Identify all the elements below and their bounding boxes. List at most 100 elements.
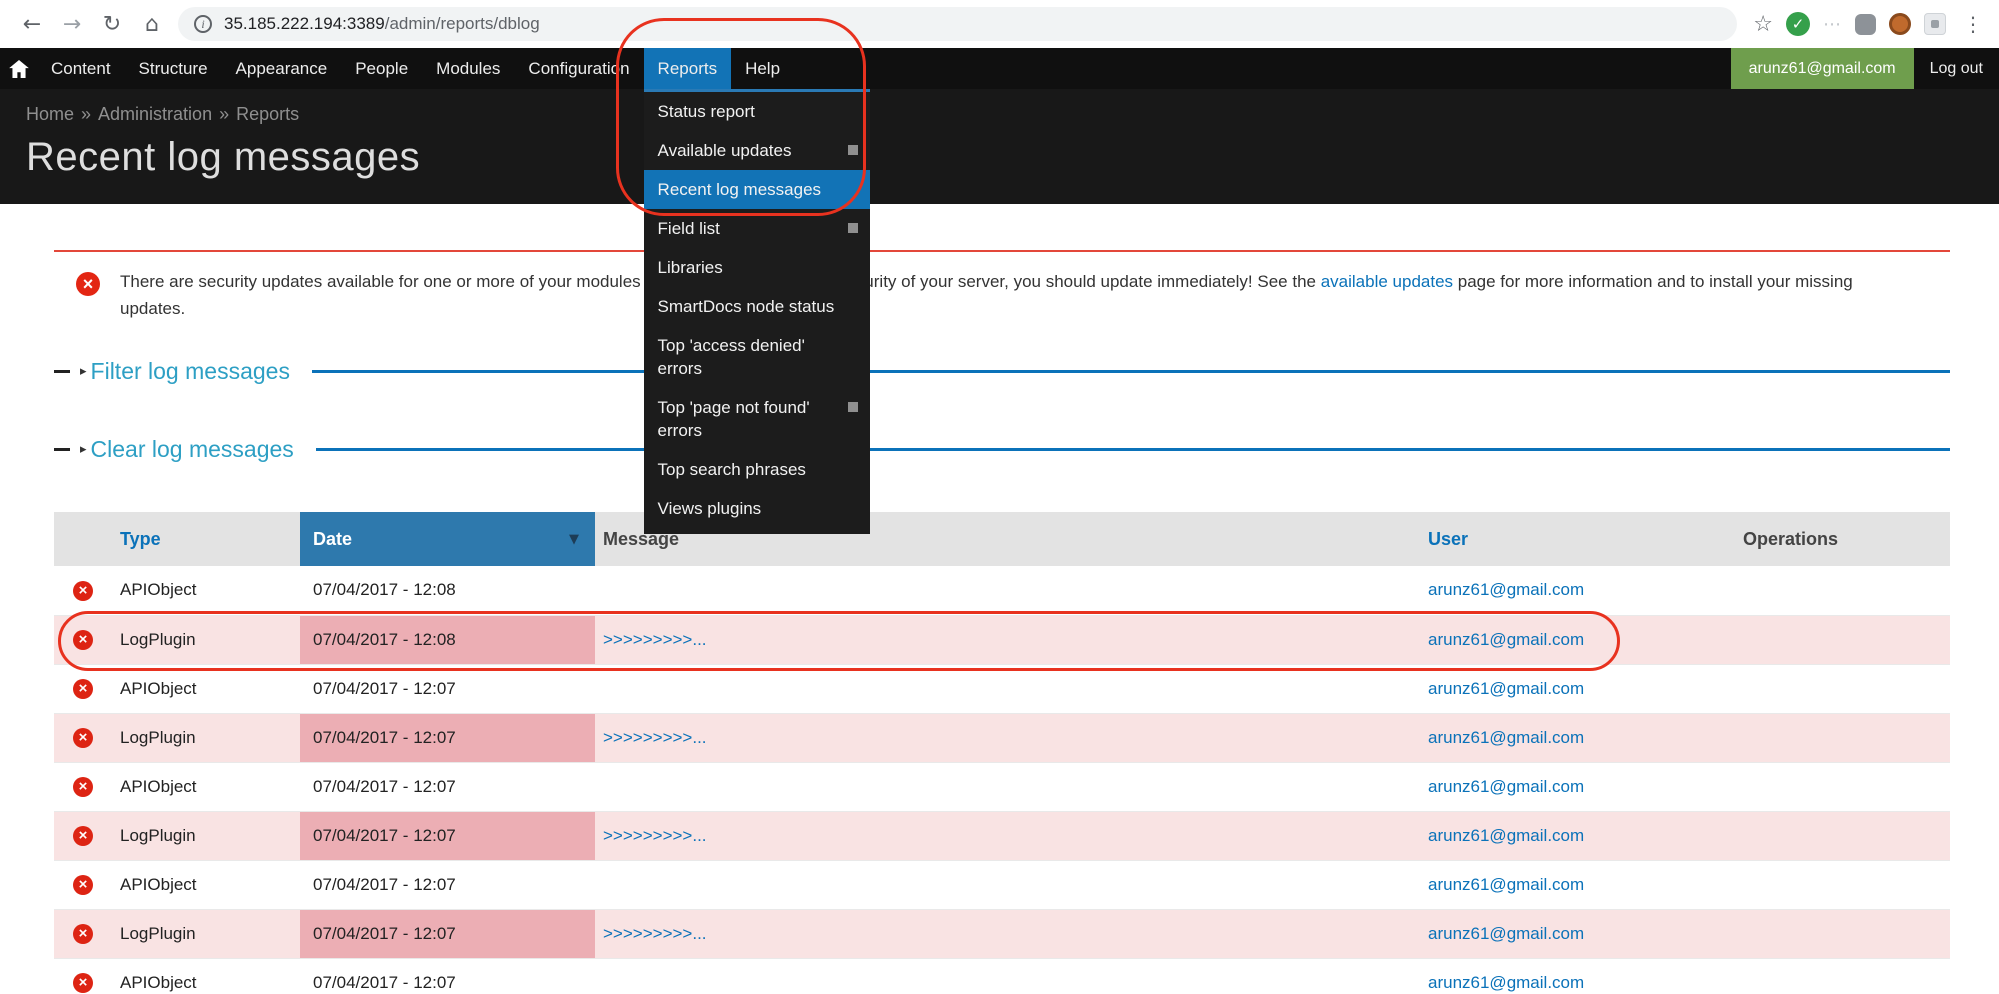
browser-chrome: ← → ↻ ⌂ i 35.185.222.194:3389/admin/repo… xyxy=(0,0,1999,48)
drupal-home-icon[interactable] xyxy=(0,48,37,89)
log-user-link[interactable]: arunz61@gmail.com xyxy=(1428,924,1584,943)
log-row: ×APIObject07/04/2017 - 12:07arunz61@gmai… xyxy=(54,860,1950,909)
log-user-link[interactable]: arunz61@gmail.com xyxy=(1428,580,1584,599)
extension-check-icon[interactable]: ✓ xyxy=(1786,12,1810,36)
user-column-header: User xyxy=(1420,512,1735,566)
sort-by-user-link[interactable]: User xyxy=(1428,529,1468,549)
toolbar-item-help[interactable]: Help xyxy=(731,48,794,89)
breadcrumb-item-reports: Reports xyxy=(236,104,299,124)
log-date-cell: 07/04/2017 - 12:07 xyxy=(300,909,595,958)
log-type-cell: APIObject xyxy=(112,958,300,994)
severity-column-header xyxy=(54,512,112,566)
log-user-cell: arunz61@gmail.com xyxy=(1420,713,1735,762)
menu-item-status-report[interactable]: Status report xyxy=(644,92,870,131)
menu-item-smartdocs-node-status[interactable]: SmartDocs node status xyxy=(644,287,870,326)
logout-button[interactable]: Log out xyxy=(1914,48,1999,89)
toolbar-item-structure[interactable]: Structure xyxy=(125,48,222,89)
extension-gray-icon[interactable] xyxy=(1855,14,1876,35)
log-user-cell: arunz61@gmail.com xyxy=(1420,762,1735,811)
toolbar-item-reports[interactable]: ReportsStatus reportAvailable updatesRec… xyxy=(644,48,732,89)
log-operations-cell xyxy=(1735,958,1950,994)
menu-item-available-updates[interactable]: Available updates xyxy=(644,131,870,170)
filter-fieldset-title[interactable]: Filter log messages xyxy=(91,358,290,385)
log-user-link[interactable]: arunz61@gmail.com xyxy=(1428,826,1584,845)
sort-by-type-link[interactable]: Type xyxy=(120,529,161,549)
bookmark-star-icon[interactable]: ☆ xyxy=(1753,12,1773,37)
log-operations-cell xyxy=(1735,664,1950,713)
log-user-cell: arunz61@gmail.com xyxy=(1420,958,1735,994)
log-user-link[interactable]: arunz61@gmail.com xyxy=(1428,630,1584,649)
menu-item-top-access-denied-errors[interactable]: Top 'access denied' errors xyxy=(644,326,870,388)
log-row: ×APIObject07/04/2017 - 12:07arunz61@gmai… xyxy=(54,958,1950,994)
menu-item-libraries[interactable]: Libraries xyxy=(644,248,870,287)
browser-menu-icon[interactable]: ⋮ xyxy=(1959,12,1987,36)
breadcrumb-item-home[interactable]: Home xyxy=(26,104,74,124)
log-user-link[interactable]: arunz61@gmail.com xyxy=(1428,679,1584,698)
log-row: ×APIObject07/04/2017 - 12:07arunz61@gmai… xyxy=(54,664,1950,713)
log-message-link[interactable]: >>>>>>>>>... xyxy=(603,630,707,649)
error-icon: × xyxy=(73,875,93,895)
log-type-cell: LogPlugin xyxy=(112,713,300,762)
log-operations-cell xyxy=(1735,860,1950,909)
menu-item-field-list[interactable]: Field list xyxy=(644,209,870,248)
fieldset-rule xyxy=(316,448,1950,451)
log-message-cell xyxy=(595,860,1420,909)
toolbar-item-content[interactable]: Content xyxy=(37,48,125,89)
log-row: ×APIObject07/04/2017 - 12:08arunz61@gmai… xyxy=(54,566,1950,615)
log-user-cell: arunz61@gmail.com xyxy=(1420,664,1735,713)
forward-icon[interactable]: → xyxy=(52,12,92,37)
submenu-indicator-icon xyxy=(848,145,858,155)
menu-item-recent-log-messages[interactable]: Recent log messages xyxy=(644,170,870,209)
date-column-header: Date ▼ xyxy=(300,512,595,566)
toolbar-item-appearance[interactable]: Appearance xyxy=(222,48,342,89)
severity-cell: × xyxy=(54,860,112,909)
site-info-icon[interactable]: i xyxy=(194,15,212,33)
reload-icon[interactable]: ↻ xyxy=(92,12,132,37)
toolbar-item-people[interactable]: People xyxy=(341,48,422,89)
log-table-header-row: Type Date ▼ Message User Operations xyxy=(54,512,1950,566)
reports-dropdown-menu: Status reportAvailable updatesRecent log… xyxy=(644,89,870,534)
log-operations-cell xyxy=(1735,762,1950,811)
extension-square-icon[interactable] xyxy=(1924,13,1946,35)
breadcrumb-item-administration[interactable]: Administration xyxy=(98,104,212,124)
severity-cell: × xyxy=(54,615,112,664)
toolbar-item-configuration[interactable]: Configuration xyxy=(514,48,643,89)
menu-item-views-plugins[interactable]: Views plugins xyxy=(644,489,870,528)
log-message-cell: >>>>>>>>>... xyxy=(595,811,1420,860)
clear-fieldset-title[interactable]: Clear log messages xyxy=(91,436,294,463)
available-updates-link[interactable]: available updates xyxy=(1321,272,1453,291)
back-icon[interactable]: ← xyxy=(12,12,52,37)
severity-cell: × xyxy=(54,664,112,713)
extension-orange-icon[interactable] xyxy=(1889,13,1911,35)
account-button[interactable]: arunz61@gmail.com xyxy=(1731,48,1914,89)
severity-cell: × xyxy=(54,909,112,958)
log-message-link[interactable]: >>>>>>>>>... xyxy=(603,924,707,943)
error-icon: × xyxy=(73,728,93,748)
log-user-link[interactable]: arunz61@gmail.com xyxy=(1428,973,1584,992)
log-type-cell: APIObject xyxy=(112,762,300,811)
error-icon: × xyxy=(73,581,93,601)
log-message-link[interactable]: >>>>>>>>>... xyxy=(603,728,707,747)
error-icon: × xyxy=(73,973,93,993)
address-bar[interactable]: i 35.185.222.194:3389/admin/reports/dblo… xyxy=(178,7,1737,41)
menu-item-top-search-phrases[interactable]: Top search phrases xyxy=(644,450,870,489)
clear-fieldset: ▸ Clear log messages xyxy=(54,434,1950,464)
main-content: × There are security updates available f… xyxy=(0,250,1999,994)
home-icon[interactable]: ⌂ xyxy=(132,12,172,37)
error-icon: × xyxy=(73,679,93,699)
log-user-link[interactable]: arunz61@gmail.com xyxy=(1428,875,1584,894)
log-type-cell: APIObject xyxy=(112,566,300,615)
log-date-cell: 07/04/2017 - 12:07 xyxy=(300,664,595,713)
log-user-link[interactable]: arunz61@gmail.com xyxy=(1428,777,1584,796)
log-message-cell: >>>>>>>>>... xyxy=(595,909,1420,958)
extension-dots-icon[interactable]: ⋯ xyxy=(1823,14,1842,35)
severity-cell: × xyxy=(54,713,112,762)
log-message-link[interactable]: >>>>>>>>>... xyxy=(603,826,707,845)
log-user-cell: arunz61@gmail.com xyxy=(1420,615,1735,664)
log-message-cell xyxy=(595,958,1420,994)
menu-item-top-page-not-found-errors[interactable]: Top 'page not found' errors xyxy=(644,388,870,450)
sort-by-date-link[interactable]: Date ▼ xyxy=(300,529,595,550)
toolbar-item-modules[interactable]: Modules xyxy=(422,48,514,89)
log-operations-cell xyxy=(1735,811,1950,860)
log-user-link[interactable]: arunz61@gmail.com xyxy=(1428,728,1584,747)
